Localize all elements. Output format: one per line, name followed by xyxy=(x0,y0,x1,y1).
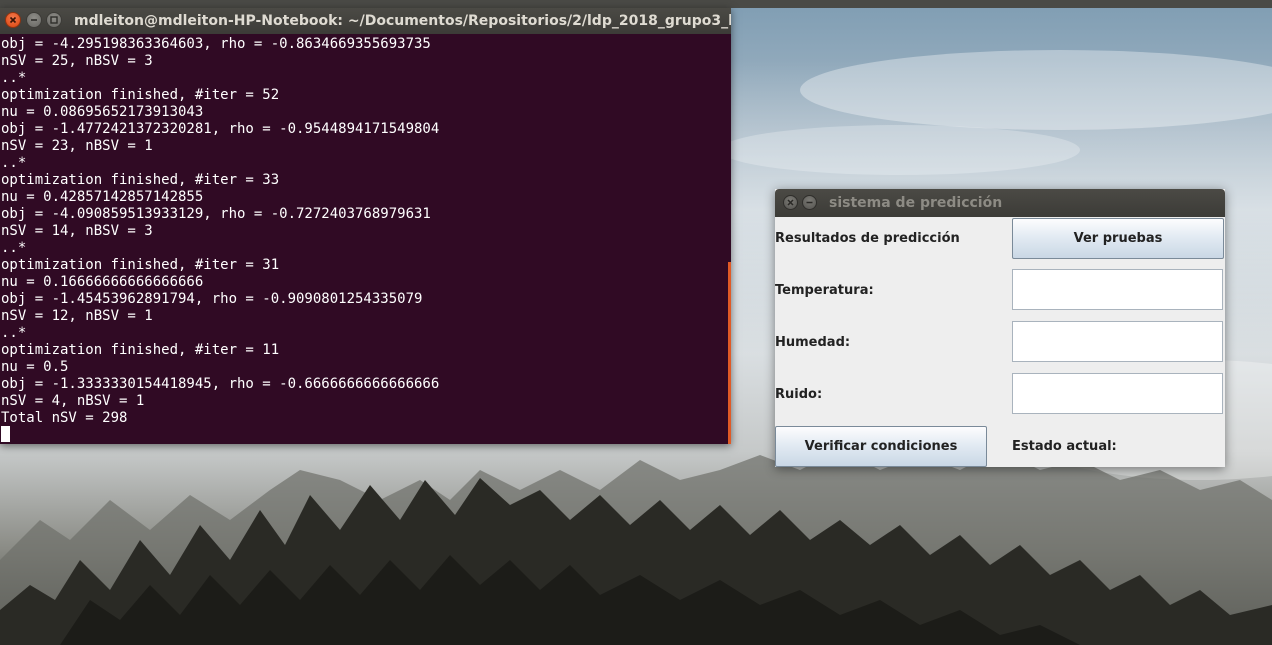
terminal-line: nu = 0.5 xyxy=(1,359,69,375)
terminal-line: ..* xyxy=(1,325,27,341)
maximize-icon[interactable] xyxy=(46,12,62,28)
estado-actual-label: Estado actual: xyxy=(1012,439,1117,454)
temperatura-field[interactable] xyxy=(1012,269,1223,310)
minimize-icon[interactable] xyxy=(802,195,817,210)
top-panel xyxy=(0,0,1272,8)
verificar-condiciones-button[interactable]: Verificar condiciones xyxy=(775,426,987,467)
terminal-line: obj = -1.3333330154418945, rho = -0.6666… xyxy=(1,376,440,392)
ruido-field[interactable] xyxy=(1012,373,1223,414)
terminal-line: nSV = 14, nBSV = 3 xyxy=(1,223,153,239)
terminal-cursor xyxy=(1,426,10,442)
terminal-scrollbar[interactable] xyxy=(728,262,731,444)
terminal-titlebar[interactable]: mdleiton@mdleiton-HP-Notebook: ~/Documen… xyxy=(0,8,731,34)
terminal-line: optimization finished, #iter = 33 xyxy=(1,172,280,188)
terminal-line: optimization finished, #iter = 52 xyxy=(1,87,280,103)
terminal-line: obj = -1.45453962891794, rho = -0.909080… xyxy=(1,291,423,307)
terminal-line: nu = 0.42857142857142855 xyxy=(1,189,204,205)
temperatura-label: Temperatura: xyxy=(775,283,874,298)
humedad-label: Humedad: xyxy=(775,335,851,350)
terminal-window[interactable]: mdleiton@mdleiton-HP-Notebook: ~/Documen… xyxy=(0,8,731,444)
terminal-line: nSV = 25, nBSV = 3 xyxy=(1,53,153,69)
minimize-icon[interactable] xyxy=(26,12,42,28)
close-icon[interactable] xyxy=(5,12,21,28)
terminal-title: mdleiton@mdleiton-HP-Notebook: ~/Documen… xyxy=(74,13,731,29)
terminal-line: obj = -4.295198363364603, rho = -0.86346… xyxy=(1,36,431,52)
terminal-line: nSV = 23, nBSV = 1 xyxy=(1,138,153,154)
terminal-line: optimization finished, #iter = 31 xyxy=(1,257,280,273)
prediction-titlebar[interactable]: sistema de predicción xyxy=(775,189,1225,217)
terminal-line: nSV = 12, nBSV = 1 xyxy=(1,308,153,324)
terminal-line: optimization finished, #iter = 11 xyxy=(1,342,280,358)
terminal-line: obj = -1.4772421372320281, rho = -0.9544… xyxy=(1,121,440,137)
prediction-window[interactable]: sistema de predicción Resultados de pred… xyxy=(775,189,1225,467)
terminal-line: ..* xyxy=(1,70,27,86)
resultados-label: Resultados de predicción xyxy=(775,231,960,246)
terminal-line: nu = 0.16666666666666666 xyxy=(1,274,204,290)
terminal-line: ..* xyxy=(1,240,27,256)
terminal-line: ..* xyxy=(1,155,27,171)
ver-pruebas-button[interactable]: Ver pruebas xyxy=(1012,218,1224,259)
terminal-line: nSV = 4, nBSV = 1 xyxy=(1,393,145,409)
terminal-output[interactable]: obj = -4.295198363364603, rho = -0.86346… xyxy=(0,34,729,444)
humedad-field[interactable] xyxy=(1012,321,1223,362)
terminal-line: nu = 0.08695652173913043 xyxy=(1,104,204,120)
ruido-label: Ruido: xyxy=(775,387,823,402)
window-title: sistema de predicción xyxy=(829,195,1003,211)
terminal-line: Total nSV = 298 xyxy=(1,410,128,426)
close-icon[interactable] xyxy=(783,195,798,210)
terminal-line: obj = -4.090859513933129, rho = -0.72724… xyxy=(1,206,431,222)
